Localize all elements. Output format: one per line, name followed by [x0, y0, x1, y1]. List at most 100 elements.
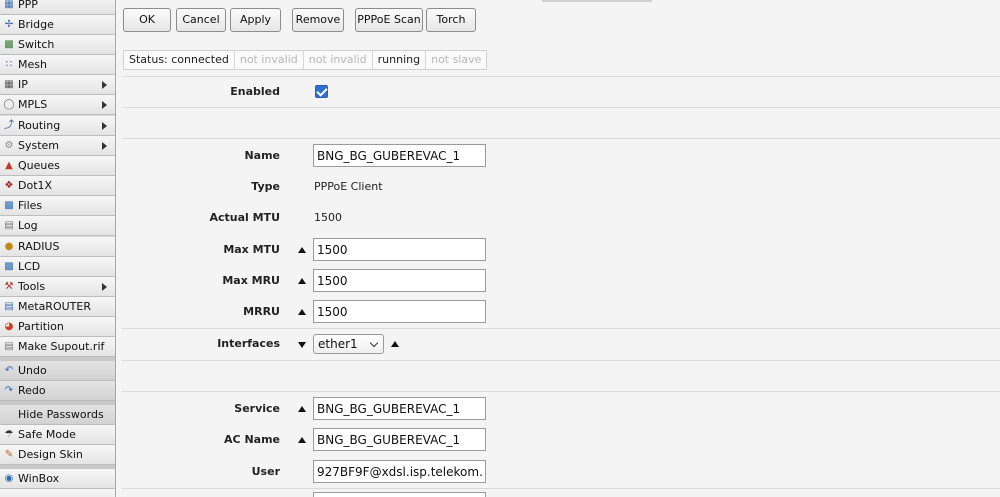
- sidebar-item-label: LCD: [18, 260, 41, 273]
- remove-button[interactable]: Remove: [292, 8, 344, 32]
- sidebar-item-tools[interactable]: ⚒ Tools: [0, 277, 115, 297]
- max-mru-input[interactable]: [313, 269, 486, 292]
- mrru-label: MRRU: [243, 305, 280, 318]
- sidebar-item-undo[interactable]: ↶ Undo: [0, 361, 115, 381]
- torch-button[interactable]: Torch: [426, 8, 476, 32]
- sidebar-item-safe-mode[interactable]: ☂ Safe Mode: [0, 425, 115, 445]
- password-row: [116, 492, 1000, 497]
- mrru-input[interactable]: [313, 300, 486, 323]
- collapse-up-icon[interactable]: [298, 309, 306, 315]
- mpls-icon: ◯: [3, 98, 15, 110]
- max-mtu-label: Max MTU: [223, 243, 280, 256]
- max-mru-row: Max MRU: [116, 269, 1000, 293]
- sidebar-item-routing[interactable]: ⤴ Routing: [0, 116, 115, 136]
- collapse-up-icon[interactable]: [298, 247, 306, 253]
- user-input[interactable]: [313, 460, 486, 483]
- sidebar-item-lcd[interactable]: ▩ LCD: [0, 257, 115, 277]
- actual-mtu-row: Actual MTU 1500: [116, 206, 1000, 230]
- sidebar-item-design-skin[interactable]: ✎ Design Skin: [0, 445, 115, 465]
- interface-edit-panel: OK Cancel Apply Remove PPPoE Scan Torch …: [116, 0, 1000, 497]
- sidebar-item-label: Queues: [18, 159, 60, 172]
- sidebar-item-label: IP: [18, 78, 28, 91]
- sidebar-item-radius[interactable]: ● RADIUS: [0, 237, 115, 257]
- collapse-up-icon[interactable]: [391, 341, 399, 347]
- sidebar-item-label: Hide Passwords: [18, 408, 104, 421]
- divider: [122, 328, 1000, 329]
- metarouter-icon: ▤: [4, 300, 14, 312]
- sidebar-item-label: Safe Mode: [18, 428, 76, 441]
- sidebar-item-label: Partition: [18, 320, 64, 333]
- enabled-row: Enabled: [116, 80, 1000, 104]
- chevron-right-icon: [102, 142, 107, 150]
- sidebar-item-cutoff[interactable]: [0, 489, 115, 497]
- sidebar-item-log[interactable]: ▤ Log: [0, 216, 115, 236]
- sidebar-item-partition[interactable]: ◕ Partition: [0, 317, 115, 337]
- password-input[interactable]: [313, 492, 486, 497]
- sidebar-item-label: Routing: [18, 119, 61, 132]
- service-input[interactable]: [313, 397, 486, 420]
- cancel-button[interactable]: Cancel: [176, 8, 226, 32]
- sidebar-item-label: Make Supout.rif: [18, 340, 105, 353]
- mrru-row: MRRU: [116, 300, 1000, 324]
- sidebar-item-dot1x[interactable]: ❖ Dot1X: [0, 176, 115, 196]
- sidebar-item-make-supout[interactable]: ▤ Make Supout.rif: [0, 337, 115, 357]
- interfaces-select[interactable]: ether1: [313, 334, 384, 354]
- interfaces-label: Interfaces: [217, 337, 280, 350]
- sidebar-item-ip[interactable]: ▦ IP: [0, 75, 115, 95]
- type-row: Type PPPoE Client: [116, 175, 1000, 199]
- sidebar-item-label: RADIUS: [18, 240, 60, 253]
- system-icon: ⚙: [4, 139, 14, 151]
- ac-name-input[interactable]: [313, 428, 486, 451]
- files-icon: ▩: [4, 199, 14, 211]
- sidebar-item-switch[interactable]: ▩ Switch: [0, 35, 115, 55]
- collapse-up-icon[interactable]: [298, 278, 306, 284]
- sidebar-item-mesh[interactable]: ∷ Mesh: [0, 55, 115, 75]
- max-mtu-row: Max MTU: [116, 238, 1000, 262]
- enabled-label: Enabled: [230, 85, 280, 98]
- apply-button[interactable]: Apply: [230, 8, 281, 32]
- divider: [122, 76, 1000, 77]
- collapse-up-icon[interactable]: [298, 437, 306, 443]
- pppoe-scan-button[interactable]: PPPoE Scan: [355, 8, 423, 32]
- ok-button[interactable]: OK: [123, 8, 171, 32]
- interfaces-selected-value: ether1: [318, 337, 358, 351]
- sidebar-item-label: Mesh: [18, 58, 47, 71]
- name-input[interactable]: [313, 144, 486, 167]
- sidebar-item-label: Log: [18, 219, 38, 232]
- queues-icon: ▲: [5, 159, 13, 171]
- status-invalid: not invalid: [235, 51, 304, 69]
- divider: [122, 138, 1000, 139]
- enabled-checkbox[interactable]: [315, 85, 328, 98]
- chevron-right-icon: [102, 283, 107, 291]
- hide-passwords-icon: [3, 409, 15, 421]
- safe-mode-icon: ☂: [4, 428, 14, 440]
- sidebar-item-redo[interactable]: ↷ Redo: [0, 381, 115, 401]
- actual-mtu-value: 1500: [314, 211, 342, 224]
- log-icon: ▤: [4, 219, 14, 231]
- sidebar-item-label: Redo: [18, 384, 46, 397]
- interfaces-row: Interfaces ether1: [116, 332, 1000, 356]
- sidebar-item-files[interactable]: ▩ Files: [0, 196, 115, 216]
- tools-icon: ⚒: [4, 280, 14, 292]
- sidebar-item-metarouter[interactable]: ▤ MetaROUTER: [0, 297, 115, 317]
- partition-icon: ◕: [4, 320, 14, 332]
- sidebar-item-label: Design Skin: [18, 448, 83, 461]
- service-label: Service: [234, 402, 280, 415]
- max-mru-label: Max MRU: [222, 274, 280, 287]
- status-bar: Status: connected not invalid not invali…: [123, 50, 488, 70]
- divider: [122, 360, 1000, 361]
- sidebar-item-hide-passwords[interactable]: Hide Passwords: [0, 405, 115, 425]
- radius-icon: ●: [4, 240, 14, 252]
- expand-down-icon[interactable]: [298, 342, 306, 348]
- dot1x-icon: ❖: [4, 179, 14, 191]
- sidebar-item-ppp[interactable]: ▦ PPP: [0, 0, 115, 15]
- sidebar-item-queues[interactable]: ▲ Queues: [0, 156, 115, 176]
- collapse-up-icon[interactable]: [298, 406, 306, 412]
- sidebar-item-label: System: [18, 139, 60, 152]
- sidebar-item-winbox[interactable]: ◉ WinBox: [0, 469, 115, 489]
- sidebar-item-system[interactable]: ⚙ System: [0, 136, 115, 156]
- sidebar-item-mpls[interactable]: ◯ MPLS: [0, 95, 115, 115]
- sidebar-item-bridge[interactable]: ✢ Bridge: [0, 15, 115, 35]
- chevron-right-icon: [102, 122, 107, 130]
- max-mtu-input[interactable]: [313, 238, 486, 261]
